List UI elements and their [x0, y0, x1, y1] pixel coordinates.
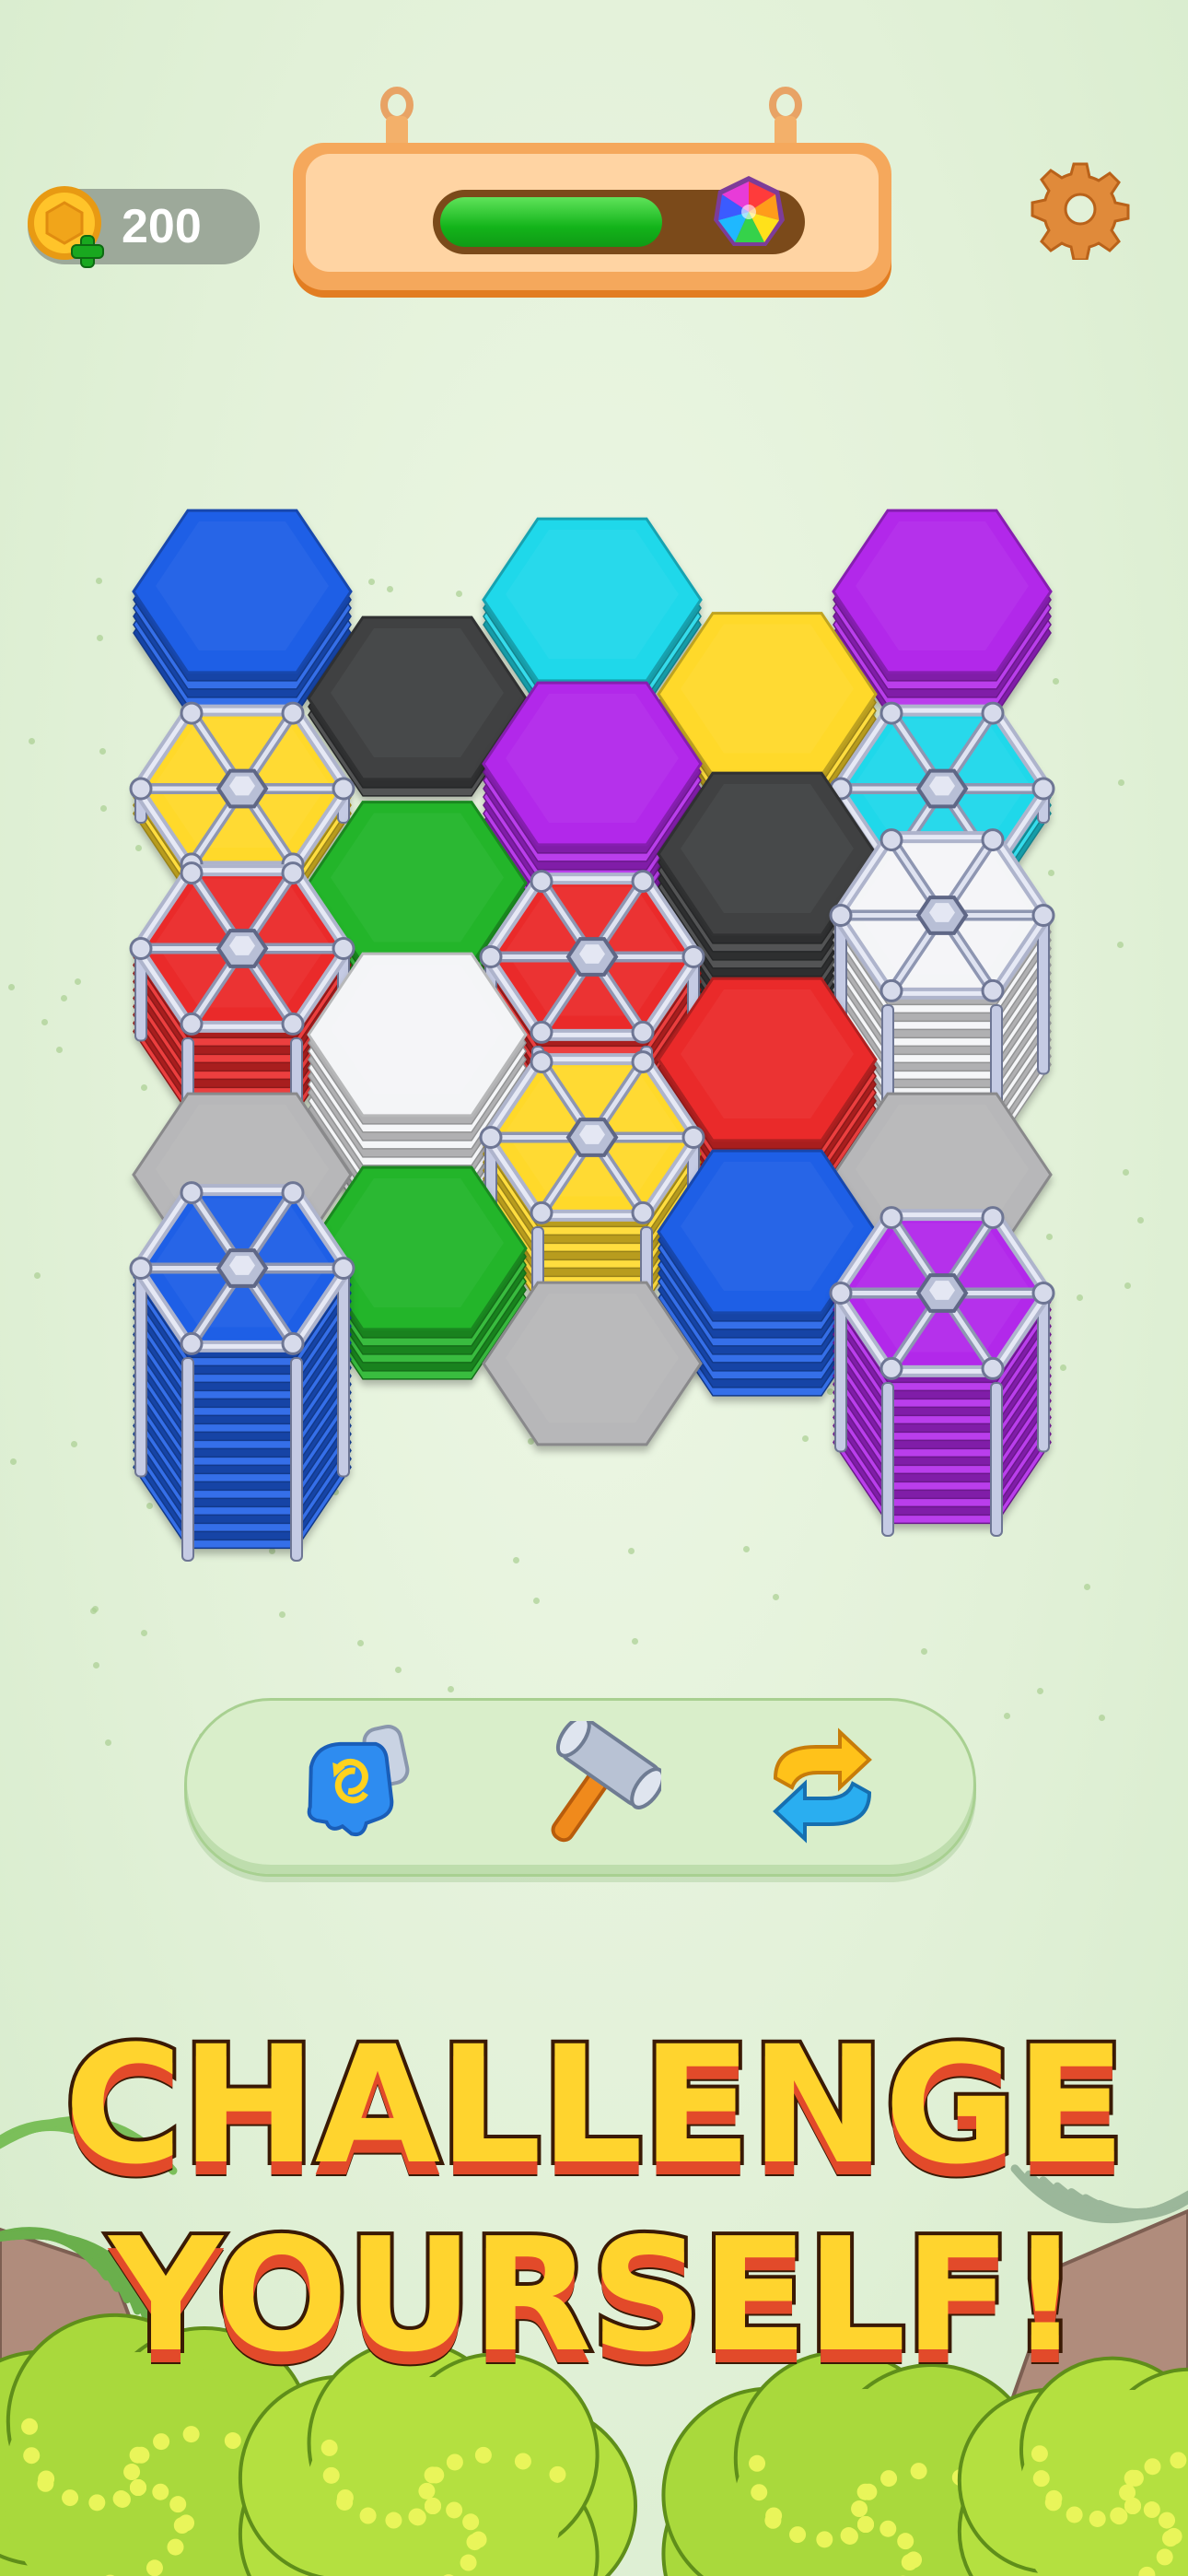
speckle [141, 1630, 147, 1636]
speckle [1099, 1715, 1105, 1721]
speckle [93, 1662, 99, 1669]
speckle [395, 1667, 402, 1673]
hex-board[interactable] [0, 0, 1188, 1566]
speckle [90, 1608, 97, 1614]
speckle [357, 1640, 364, 1646]
speckle [1084, 1584, 1090, 1590]
hammer-icon[interactable] [523, 1721, 661, 1850]
shuffle-arrows-icon[interactable] [753, 1721, 891, 1850]
speckle [773, 1594, 779, 1600]
speckle [1037, 1688, 1043, 1694]
speckle [533, 1598, 540, 1604]
speckle [279, 1611, 285, 1618]
headline-line-2: YOURSELF! [105, 2201, 1084, 2391]
speckle [921, 1648, 927, 1655]
game-screen: 200 CHALLENGE YOURSELF! [0, 0, 1188, 2576]
speckle [105, 1739, 111, 1746]
speckle [448, 1686, 454, 1692]
speckle [1004, 1713, 1010, 1719]
headline-line-1: CHALLENGE [60, 2010, 1129, 2202]
glove-swap-icon[interactable] [288, 1721, 426, 1850]
hex-stack-blue[interactable] [132, 1186, 353, 1550]
speckle [632, 1638, 638, 1645]
